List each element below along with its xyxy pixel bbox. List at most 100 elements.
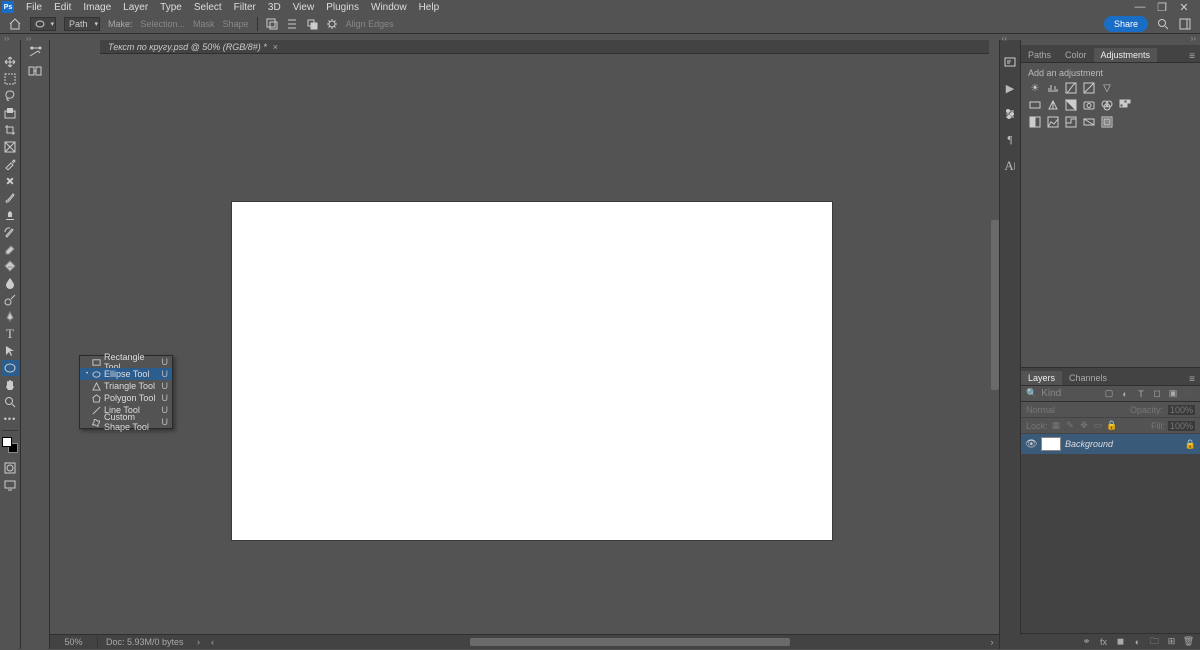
expand-chevron-left1[interactable]: ›› [4,34,9,43]
panel-menu-icon[interactable]: ≡ [1184,51,1200,62]
fill-field[interactable]: 100% [1168,421,1195,431]
brush-tool[interactable] [1,190,19,206]
shape-tool[interactable] [1,360,19,376]
workspace-icon[interactable] [1178,17,1192,31]
edit-toolbar[interactable]: ••• [1,411,19,427]
lock-position-icon[interactable]: ✥ [1079,420,1090,431]
blend-mode-dropdown[interactable]: Normal [1026,405,1055,415]
photofilter-icon[interactable] [1082,98,1096,112]
tab-layers[interactable]: Layers [1021,371,1062,385]
path-select-tool[interactable] [1,343,19,359]
layer-row-background[interactable]: 👁 Background 🔒 [1021,434,1200,454]
eyedropper-tool[interactable] [1,156,19,172]
delete-layer-icon[interactable]: 🗑 [1183,636,1194,647]
layer-name[interactable]: Background [1065,439,1181,449]
flyout-item-triangle[interactable]: Triangle ToolU [80,380,172,392]
menu-plugins[interactable]: Plugins [320,1,365,14]
hand-tool[interactable] [1,377,19,393]
menu-select[interactable]: Select [188,1,228,14]
foreground-swatch[interactable] [2,437,12,447]
history-panel-icon[interactable] [1002,54,1018,70]
flyout-item-ellipse[interactable]: •Ellipse ToolU [80,368,172,380]
info-menu-icon[interactable]: › [192,637,206,647]
channelmixer-icon[interactable] [1100,98,1114,112]
dodge-tool[interactable] [1,292,19,308]
strip-icon-1[interactable] [22,44,48,60]
expand-chevron-right1[interactable]: ‹‹ [1002,34,1007,43]
paragraph-panel-icon[interactable]: ¶ [1002,132,1018,148]
quickmask-toggle[interactable] [1,460,19,476]
exposure-icon[interactable] [1082,81,1096,95]
properties-panel-icon[interactable] [1002,106,1018,122]
filter-toggle-icon[interactable]: ⬤ [1183,388,1195,400]
crop-tool[interactable] [1,122,19,138]
foreground-background-swatch[interactable] [2,437,18,453]
expand-chevron-right2[interactable]: ›› [1191,34,1196,43]
blur-tool[interactable] [1,275,19,291]
canvas[interactable] [232,202,832,540]
type-tool[interactable]: T [1,326,19,342]
invert-icon[interactable] [1028,115,1042,129]
eraser-tool[interactable] [1,241,19,257]
lock-transparent-icon[interactable]: ▦ [1051,420,1062,431]
make-shape[interactable]: Shape [223,19,249,29]
zoom-tool[interactable] [1,394,19,410]
flyout-item-rect[interactable]: Rectangle ToolU [80,356,172,368]
curves-icon[interactable] [1064,81,1078,95]
gear-icon[interactable] [326,18,338,30]
filter-search-icon[interactable]: 🔍 [1026,388,1037,399]
new-layer-icon[interactable]: ⊞ [1166,636,1177,647]
menu-window[interactable]: Window [365,1,413,14]
lasso-tool[interactable] [1,88,19,104]
lock-all-icon[interactable]: 🔒 [1107,420,1118,431]
vertical-scrollbar[interactable] [991,40,999,649]
tab-channels[interactable]: Channels [1062,371,1114,385]
layer-mask-icon[interactable]: ◼ [1115,636,1126,647]
horizontal-scroll-thumb[interactable] [470,638,790,646]
screenmode-toggle[interactable] [1,477,19,493]
tab-close-icon[interactable]: × [273,42,278,52]
layer-fx-icon[interactable]: fx [1098,636,1109,647]
levels-icon[interactable] [1046,81,1060,95]
link-layers-icon[interactable]: ⚭ [1081,636,1092,647]
menu-3d[interactable]: 3D [262,1,287,14]
menu-edit[interactable]: Edit [48,1,77,14]
share-button[interactable]: Share [1104,16,1148,32]
align-edges-label[interactable]: Align Edges [346,19,394,29]
healing-tool[interactable] [1,173,19,189]
tab-color[interactable]: Color [1058,48,1094,62]
selection-tool[interactable] [1,105,19,121]
menu-help[interactable]: Help [413,1,446,14]
marquee-tool[interactable] [1,71,19,87]
search-icon[interactable] [1156,17,1170,31]
minimize-icon[interactable]: — [1134,1,1146,13]
document-tab[interactable]: Текст по кругу.psd @ 50% (RGB/8#) * × [100,40,286,54]
hscroll-right-icon[interactable]: › [985,637,999,647]
kind-dropdown[interactable]: Kind [1041,388,1061,399]
menu-file[interactable]: File [20,1,48,14]
flyout-item-custom[interactable]: Custom Shape ToolU [80,416,172,428]
zoom-field[interactable]: 50% [50,637,98,647]
stamp-tool[interactable] [1,207,19,223]
brightness-icon[interactable]: ☀ [1028,81,1042,95]
opacity-field[interactable]: 100% [1168,405,1195,415]
make-selection[interactable]: Selection... [141,19,186,29]
horizontal-scrollbar[interactable] [220,638,985,646]
path-arrange-icon[interactable] [306,18,318,30]
menu-filter[interactable]: Filter [228,1,262,14]
path-align-icon[interactable] [286,18,298,30]
history-brush-tool[interactable] [1,224,19,240]
filter-type-icon[interactable]: T [1135,388,1147,400]
filter-adj-icon[interactable]: ◐ [1119,388,1131,400]
adjustment-layer-icon[interactable]: ◐ [1132,636,1143,647]
menu-layer[interactable]: Layer [117,1,154,14]
layer-lock-icon[interactable]: 🔒 [1185,439,1196,450]
filter-smart-icon[interactable]: ▣ [1167,388,1179,400]
flyout-item-polygon[interactable]: Polygon ToolU [80,392,172,404]
filter-shape-icon[interactable]: ◻ [1151,388,1163,400]
bw-icon[interactable] [1064,98,1078,112]
lock-image-icon[interactable]: ✎ [1065,420,1076,431]
character-panel-icon[interactable]: A| [1002,158,1018,174]
menu-type[interactable]: Type [154,1,188,14]
make-mask[interactable]: Mask [193,19,215,29]
